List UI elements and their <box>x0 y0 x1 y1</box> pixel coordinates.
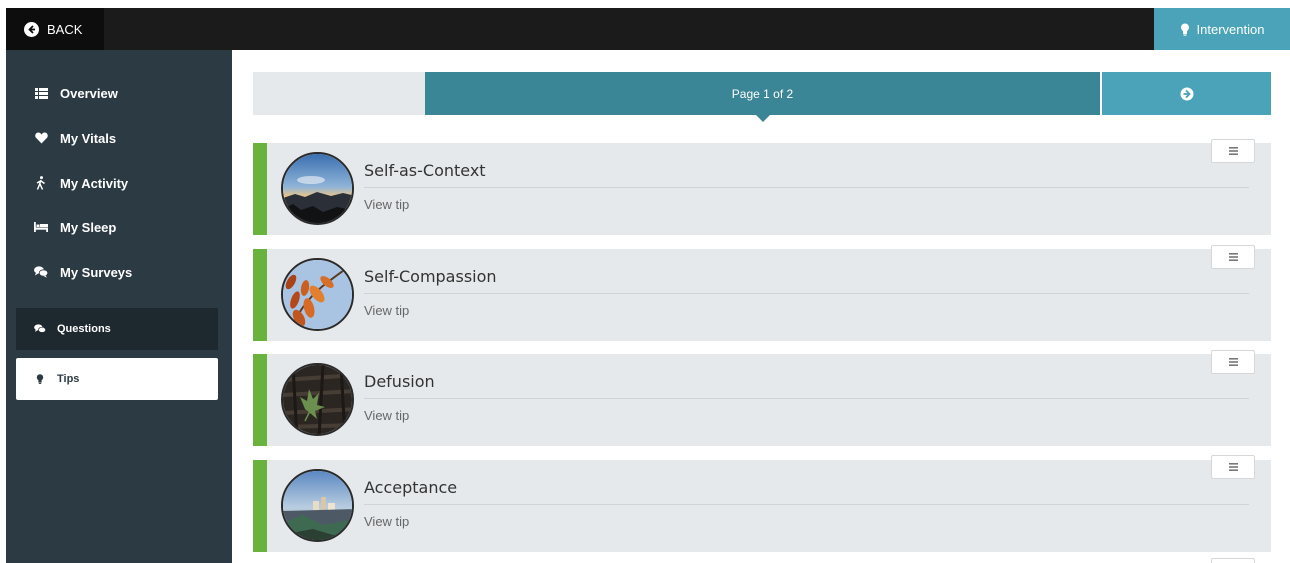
arrow-right-circle-icon <box>1180 87 1193 100</box>
tip-image-coastal-town <box>281 469 354 542</box>
sidebar-item-my-surveys[interactable]: My Surveys <box>6 257 232 287</box>
back-button[interactable]: BACK <box>6 8 104 50</box>
tip-menu-button[interactable] <box>1211 558 1255 563</box>
pager-notch <box>756 115 770 122</box>
menu-icon <box>1228 358 1238 366</box>
next-page-button[interactable] <box>1102 72 1271 115</box>
menu-icon <box>1228 463 1238 471</box>
heart-icon <box>34 131 48 145</box>
tip-card-defusion[interactable]: Defusion View tip <box>253 354 1271 446</box>
sidebar-item-my-vitals[interactable]: My Vitals <box>6 123 232 153</box>
tip-image-leaf-on-bark <box>281 363 354 436</box>
tip-card-self-as-context[interactable]: Self-as-Context View tip <box>253 143 1271 235</box>
tip-image-autumn-leaves <box>281 258 354 331</box>
pager-previous-area <box>253 72 425 115</box>
list-icon <box>34 86 48 100</box>
arrow-left-circle-icon <box>24 21 39 37</box>
menu-icon <box>1228 253 1238 261</box>
view-tip-link[interactable]: View tip <box>364 303 409 318</box>
sidebar-item-tips[interactable]: Tips <box>16 358 218 400</box>
sidebar-item-questions[interactable]: Questions <box>16 308 218 350</box>
tip-title: Self-Compassion <box>364 267 497 286</box>
walking-icon <box>34 176 48 190</box>
tip-menu-button[interactable] <box>1211 350 1255 374</box>
sidebar-item-label: My Surveys <box>60 264 133 280</box>
bed-icon <box>34 220 48 234</box>
tip-divider <box>364 504 1249 505</box>
sidebar-item-label: My Activity <box>60 175 129 191</box>
tip-divider <box>364 187 1249 188</box>
tip-title: Self-as-Context <box>364 161 486 180</box>
sidebar-item-label: Questions <box>57 323 111 335</box>
sidebar-item-my-activity[interactable]: My Activity <box>6 168 232 198</box>
page-indicator-label: Page 1 of 2 <box>731 86 794 101</box>
chat-icon <box>34 265 48 279</box>
tip-menu-button[interactable] <box>1211 139 1255 163</box>
lightbulb-icon <box>1180 23 1189 36</box>
back-button-label: BACK <box>47 21 83 37</box>
sidebar-item-label: Overview <box>60 85 118 101</box>
app-frame: BACK Intervention Overview My Vitals My … <box>6 8 1290 563</box>
menu-icon <box>1228 147 1238 155</box>
sidebar-item-label: Tips <box>57 373 80 385</box>
tip-divider <box>364 398 1249 399</box>
sidebar-item-my-sleep[interactable]: My Sleep <box>6 212 232 242</box>
lightbulb-icon <box>34 373 46 385</box>
chat-icon <box>34 323 46 335</box>
top-bar: BACK Intervention <box>6 8 1290 50</box>
sidebar-item-label: My Vitals <box>60 130 117 146</box>
intervention-button[interactable]: Intervention <box>1154 8 1290 50</box>
tip-card-self-compassion[interactable]: Self-Compassion View tip <box>253 249 1271 341</box>
view-tip-link[interactable]: View tip <box>364 514 409 529</box>
sidebar-item-overview[interactable]: Overview <box>6 78 232 108</box>
tip-title: Defusion <box>364 372 435 391</box>
intervention-label: Intervention <box>1196 21 1265 37</box>
sidebar-item-label: My Sleep <box>60 219 117 235</box>
tip-card-acceptance[interactable]: Acceptance View tip <box>253 460 1271 552</box>
tip-menu-button[interactable] <box>1211 245 1255 269</box>
view-tip-link[interactable]: View tip <box>364 197 409 212</box>
view-tip-link[interactable]: View tip <box>364 408 409 423</box>
tip-title: Acceptance <box>364 478 458 497</box>
pager-indicator: Page 1 of 2 <box>425 72 1100 115</box>
tip-divider <box>364 293 1249 294</box>
sidebar: Overview My Vitals My Activity My Sleep … <box>6 50 232 563</box>
tip-image-sunset-landscape <box>281 152 354 225</box>
tip-menu-button[interactable] <box>1211 455 1255 479</box>
